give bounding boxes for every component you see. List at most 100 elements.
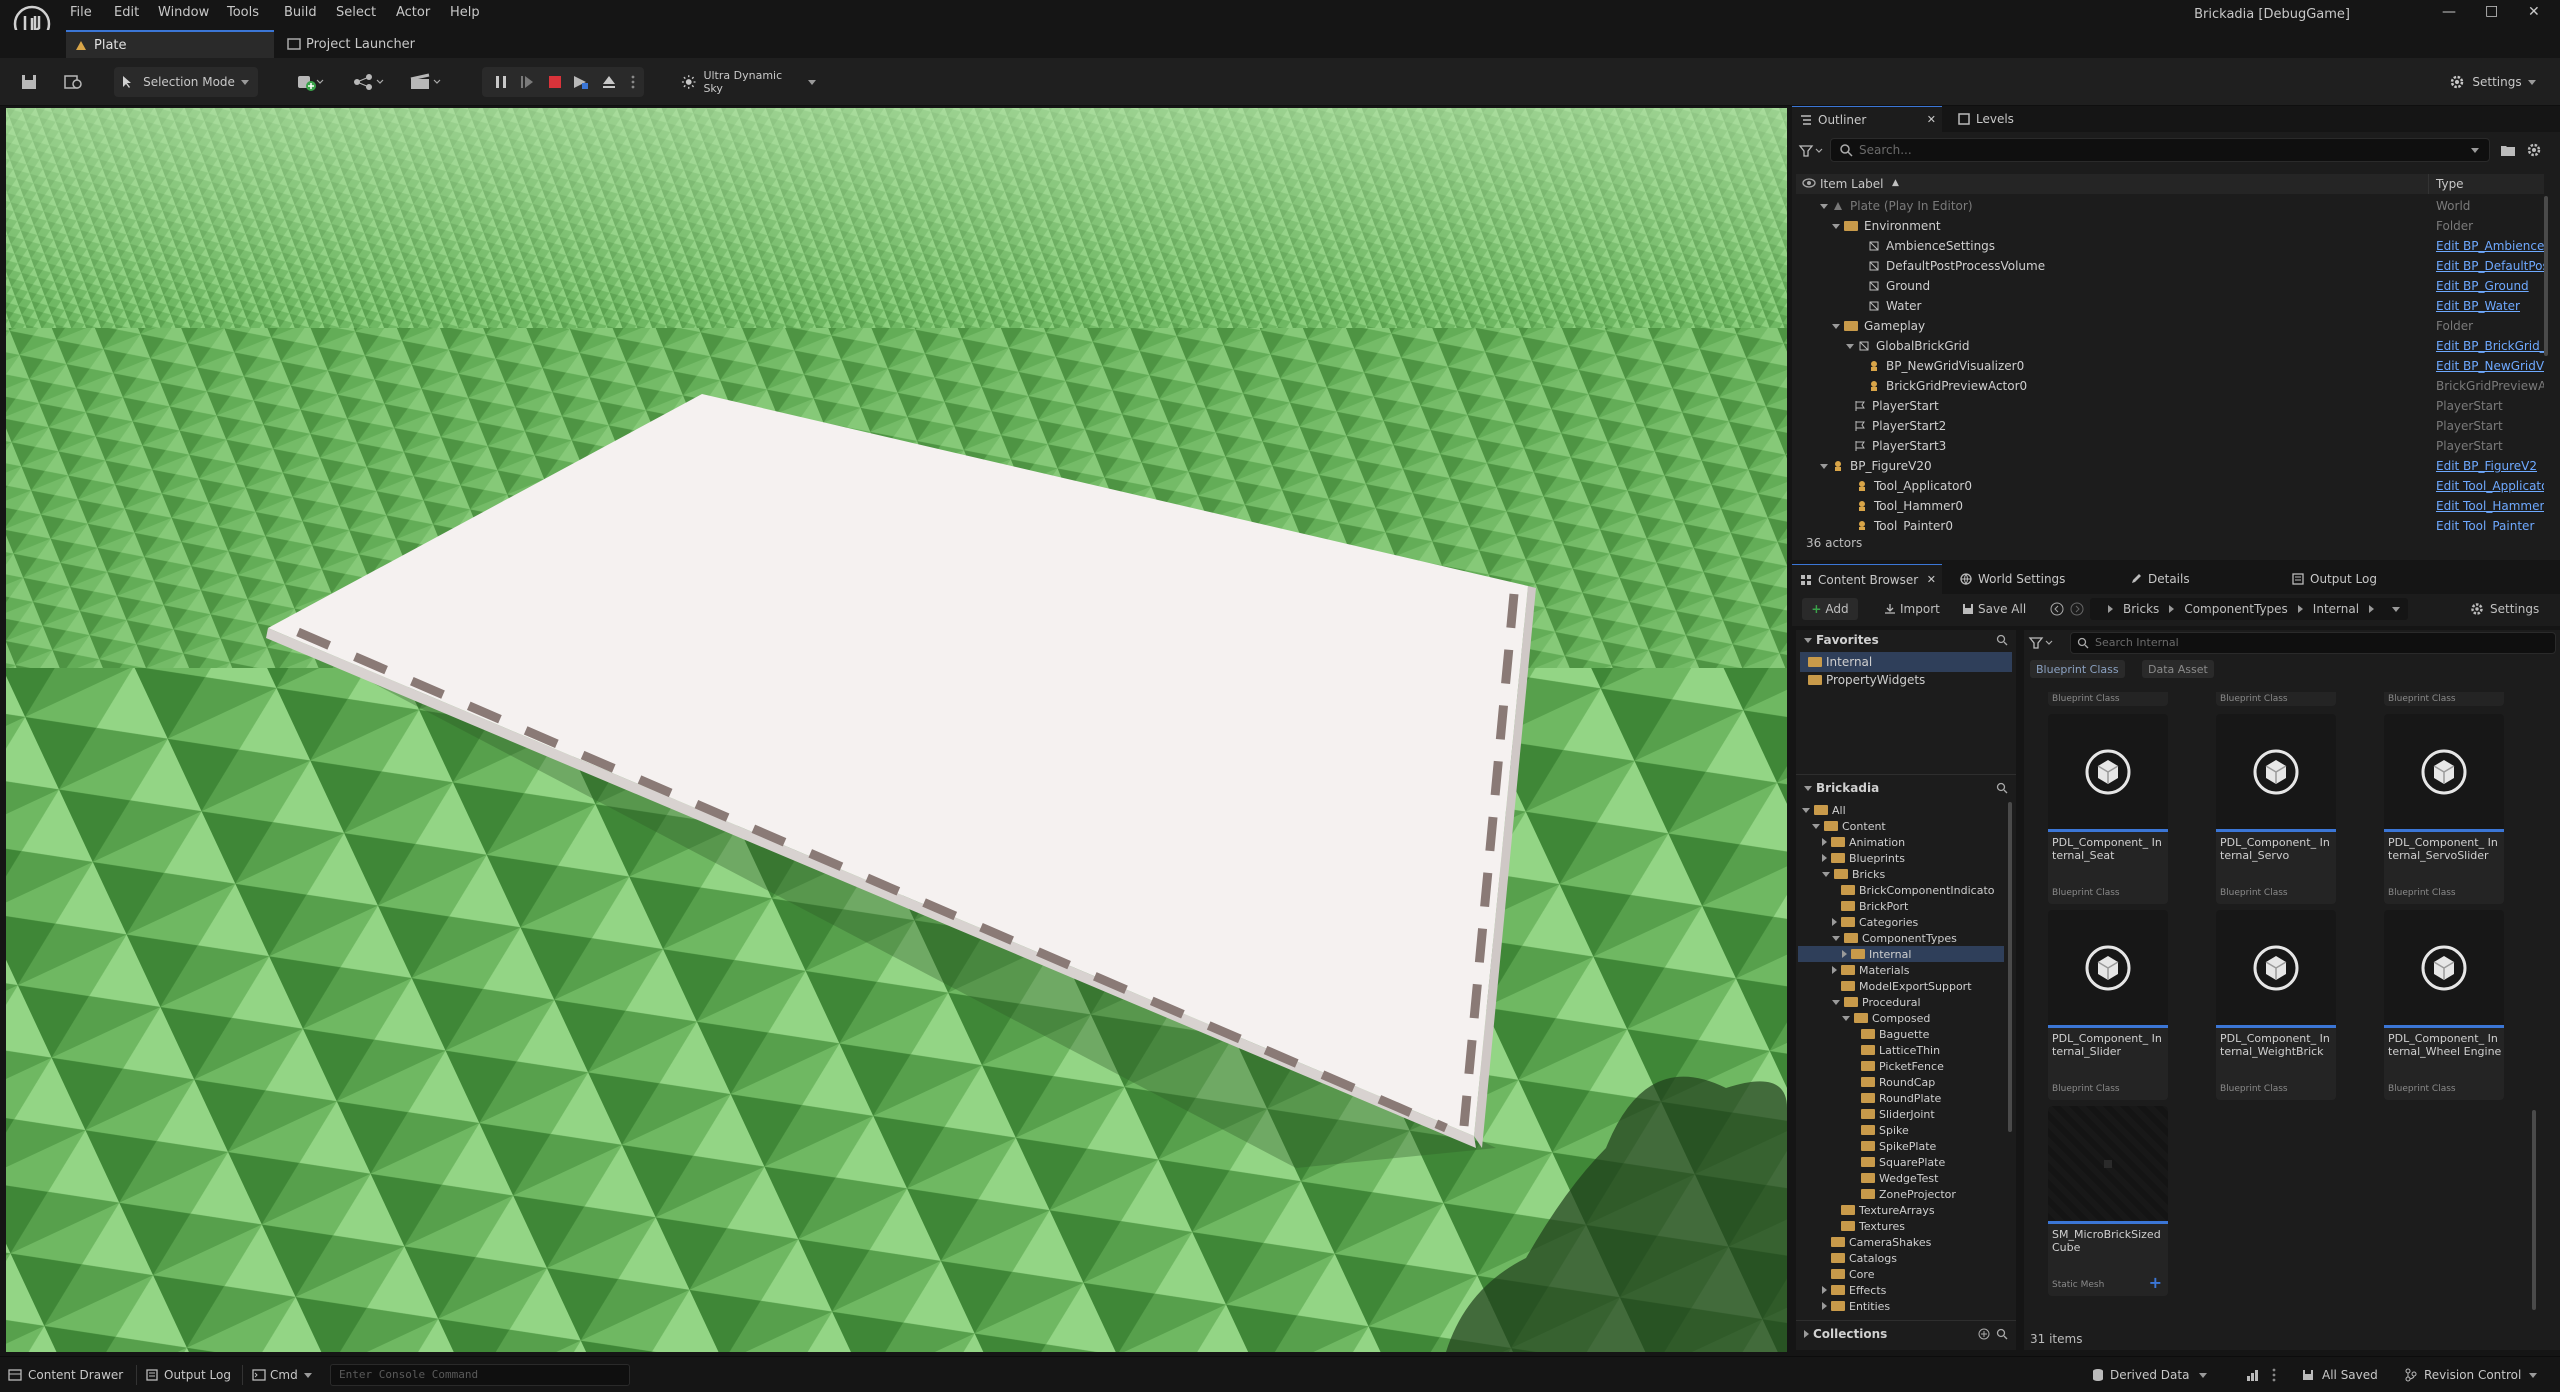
asset-tile-partial[interactable]: Blueprint Class [2384, 692, 2504, 706]
gear-icon[interactable] [2526, 142, 2542, 158]
output-log-button[interactable]: Output Log [146, 1365, 231, 1385]
folder-tree-item[interactable]: RoundCap [1798, 1074, 2004, 1090]
outliner-row[interactable]: BP_FigureV20 Edit BP_FigureV2 [1796, 456, 2544, 476]
outliner-row[interactable]: Gameplay Folder [1796, 316, 2544, 336]
col-item-label[interactable]: Item Label [1820, 177, 1884, 191]
asset-search-input[interactable]: Search Internal [2095, 636, 2179, 649]
edit-blueprint-link[interactable]: Edit BP_FigureV2 [2436, 459, 2537, 473]
all-saved-button[interactable]: All Saved [2302, 1365, 2378, 1385]
outliner-row[interactable]: GlobalBrickGrid Edit BP_BrickGrid_Global [1796, 336, 2544, 356]
chevron-right-icon[interactable] [1822, 1302, 1827, 1310]
folder-tree-item[interactable]: Bricks [1798, 866, 2004, 882]
add-collection-icon[interactable] [1978, 1328, 1990, 1340]
asset-tile[interactable]: PDL_Component_ Internal_WeightBrick Bluep… [2216, 910, 2336, 1100]
menu-build[interactable]: Build [284, 5, 317, 20]
folder-tree-item[interactable]: Catalogs [1798, 1250, 2004, 1266]
close-icon[interactable]: ✕ [1927, 113, 1936, 126]
chevron-down-icon[interactable] [1832, 223, 1840, 229]
close-icon[interactable]: ✕ [1927, 573, 1936, 586]
folder-tree-item[interactable]: BrickPort [1798, 898, 2004, 914]
level-viewport[interactable] [6, 108, 1787, 1352]
cb-settings-button[interactable]: Settings [2470, 598, 2539, 620]
edit-blueprint-link[interactable]: Edit Tool_Applicator [2436, 479, 2544, 493]
filter-icon[interactable] [2028, 636, 2054, 650]
breadcrumb-componenttypes[interactable]: ComponentTypes [2184, 602, 2287, 616]
outliner-row[interactable]: Water Edit BP_Water [1796, 296, 2544, 316]
save-all-button[interactable]: Save All [1962, 598, 2026, 620]
tab-content-browser[interactable]: Content Browser ✕ [1792, 564, 1942, 594]
add-actor-icon[interactable] [290, 67, 330, 97]
tab-levels[interactable]: Levels [1954, 106, 2054, 132]
outliner-row[interactable]: PlayerStart3 PlayerStart [1796, 436, 2544, 456]
chevron-down-icon[interactable] [1832, 323, 1840, 329]
add-button[interactable]: + Add [1802, 598, 1858, 620]
content-drawer-button[interactable]: Content Drawer [8, 1365, 123, 1385]
derived-data-button[interactable]: Derived Data [2092, 1365, 2211, 1385]
asset-tile[interactable]: PDL_Component_ Internal_Slider Blueprint … [2048, 910, 2168, 1100]
edit-blueprint-link[interactable]: Edit BP_Ground [2436, 279, 2529, 293]
folder-tree-item[interactable]: SpikePlate [1798, 1138, 2004, 1154]
chevron-down-icon[interactable] [1842, 1015, 1850, 1021]
tab-plate-level[interactable]: Plate [66, 30, 274, 58]
menu-select[interactable]: Select [336, 5, 376, 20]
menu-help[interactable]: Help [450, 5, 480, 20]
stop-icon[interactable] [542, 67, 568, 97]
outliner-row[interactable]: Environment Folder [1796, 216, 2544, 236]
tab-world-settings[interactable]: World Settings [1956, 564, 2106, 594]
play-options-icon[interactable] [626, 67, 640, 97]
chevron-down-icon[interactable] [1846, 343, 1854, 349]
tab-outliner[interactable]: Outliner ✕ [1792, 106, 1942, 132]
brickadia-header[interactable]: Brickadia [1796, 778, 2016, 798]
edit-blueprint-link[interactable]: Edit Tool_Hammer [2436, 499, 2544, 513]
add-folder-icon[interactable] [2500, 142, 2516, 158]
chevron-right-icon[interactable] [1822, 854, 1827, 862]
filter-icon[interactable] [1798, 141, 1828, 161]
chevron-right-icon[interactable] [1832, 966, 1837, 974]
menu-actor[interactable]: Actor [396, 5, 430, 20]
save-icon[interactable] [14, 67, 44, 97]
folder-tree-item[interactable]: Effects [1798, 1282, 2004, 1298]
menu-file[interactable]: File [70, 5, 92, 20]
history-back-icon[interactable] [2050, 602, 2064, 616]
breadcrumb-bricks[interactable]: Bricks [2123, 602, 2159, 616]
folder-tree-item[interactable]: RoundPlate [1798, 1090, 2004, 1106]
folder-tree-item[interactable]: ComponentTypes [1798, 930, 2004, 946]
settings-button[interactable]: Settings [2444, 67, 2544, 97]
cmd-dropdown[interactable]: Cmd [252, 1365, 316, 1385]
outliner-row[interactable]: Tool_Painter0 Edit Tool_Painter [1796, 516, 2544, 530]
chevron-right-icon[interactable] [1822, 1286, 1827, 1294]
asset-tile[interactable]: PDL_Component_ Internal_Wheel Engine Blue… [2384, 910, 2504, 1100]
folder-tree-item[interactable]: Core [1798, 1266, 2004, 1282]
menu-tools[interactable]: Tools [227, 5, 259, 20]
folder-tree-item[interactable]: Internal [1798, 946, 2004, 962]
folder-tree-item[interactable]: ModelExportSupport [1798, 978, 2004, 994]
chevron-down-icon[interactable] [1802, 807, 1810, 813]
import-button[interactable]: Import [1884, 598, 1940, 620]
favorite-propertywidgets[interactable]: PropertyWidgets [1800, 670, 2012, 690]
col-type[interactable]: Type [2436, 177, 2464, 191]
outliner-row[interactable]: BrickGridPreviewActor0 BrickGridPreviewAc… [1796, 376, 2544, 396]
close-icon[interactable]: ✕ [2528, 4, 2540, 20]
folder-tree-item[interactable]: Procedural [1798, 994, 2004, 1010]
outliner-row[interactable]: AmbienceSettings Edit BP_AmbienceSettings [1796, 236, 2544, 256]
viewport-render[interactable] [6, 108, 1787, 1352]
breadcrumb-internal[interactable]: Internal [2313, 602, 2359, 616]
chevron-down-icon[interactable] [1820, 463, 1828, 469]
search-icon[interactable] [1996, 1328, 2008, 1340]
browse-icon[interactable] [58, 67, 88, 97]
edit-blueprint-link[interactable]: Edit BP_Water [2436, 299, 2520, 313]
outliner-row[interactable]: Plate (Play In Editor) World [1796, 196, 2544, 216]
chevron-down-icon[interactable] [2471, 148, 2479, 153]
folder-tree-item[interactable]: Content [1798, 818, 2004, 834]
filter-chip-blueprint-class[interactable]: Blueprint Class [2030, 660, 2125, 678]
folder-tree-item[interactable]: All [1798, 802, 2004, 818]
edit-blueprint-link[interactable]: Edit Tool_Painter [2436, 519, 2534, 530]
edit-blueprint-link[interactable]: Edit BP_AmbienceSettings [2436, 239, 2544, 253]
folder-tree-item[interactable]: LatticeThin [1798, 1042, 2004, 1058]
console-input[interactable]: Enter Console Command [330, 1364, 630, 1386]
source-control-icon[interactable] [2246, 1368, 2260, 1382]
collections-header[interactable]: Collections [1796, 1324, 2016, 1344]
asset-tile-partial[interactable]: Blueprint Class [2216, 692, 2336, 706]
minimize-icon[interactable]: — [2442, 4, 2456, 20]
folder-tree-item[interactable]: Baguette [1798, 1026, 2004, 1042]
